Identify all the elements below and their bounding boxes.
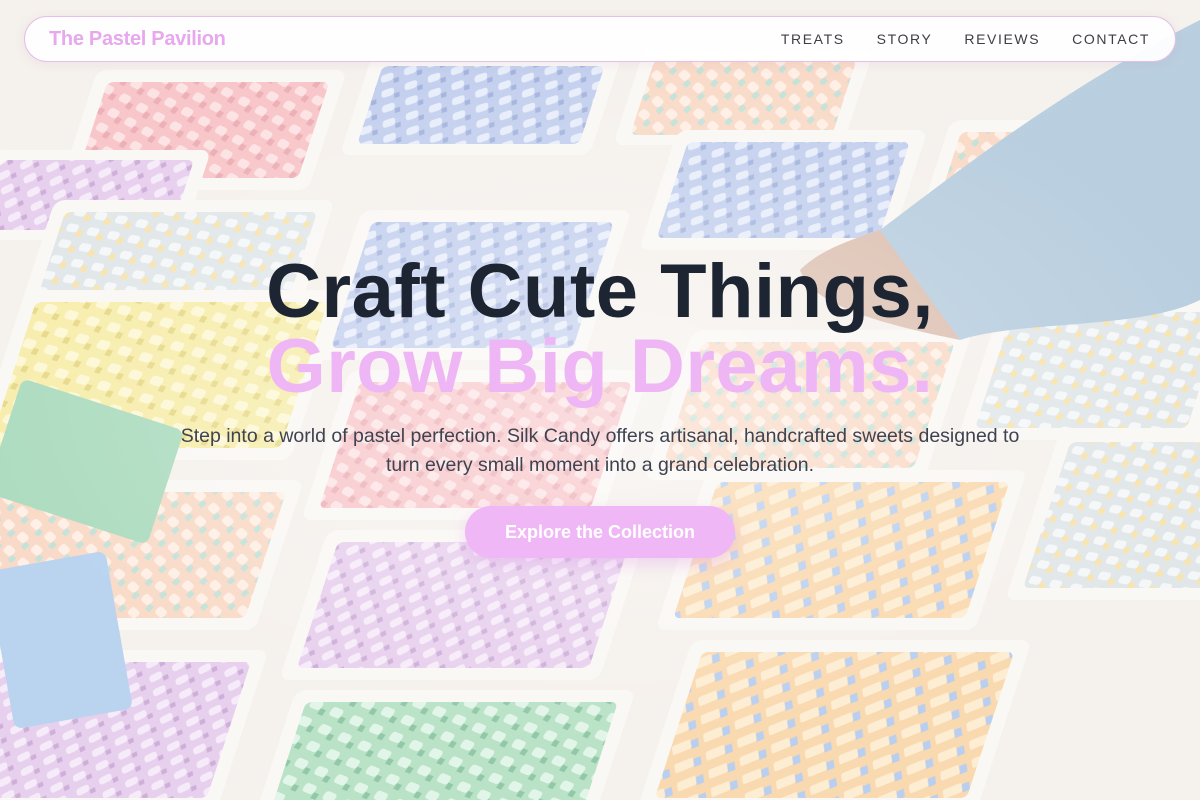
- hero-subtitle: Step into a world of pastel perfection. …: [180, 425, 1020, 476]
- explore-collection-button[interactable]: Explore the Collection: [465, 506, 735, 558]
- hero-headline-line-1: Craft Cute Things,: [266, 249, 934, 334]
- hero-headline-line-2: Grow Big Dreams.: [266, 324, 934, 409]
- hero-section: Craft Cute Things, Grow Big Dreams. Step…: [0, 0, 1200, 800]
